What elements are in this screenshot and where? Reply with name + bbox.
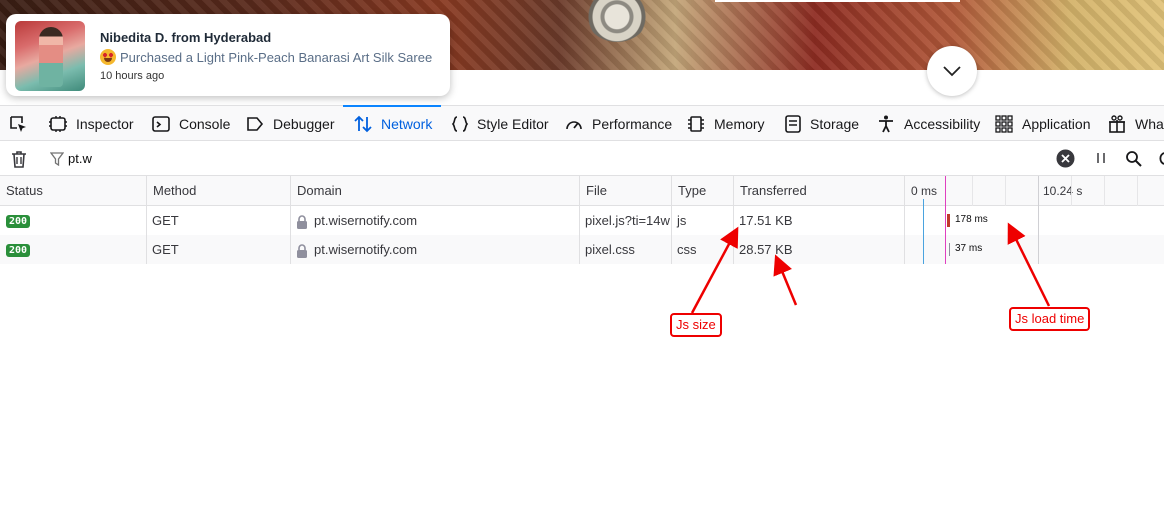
- js-load-time-arrow: [1007, 222, 1051, 307]
- css-size-arrow: [773, 254, 798, 306]
- js-load-time-annotation: Js load time: [1009, 307, 1091, 331]
- js-size-annotation: Js size: [670, 313, 722, 337]
- js-size-arrow: [690, 226, 739, 314]
- annotation-arrows: [690, 222, 1051, 314]
